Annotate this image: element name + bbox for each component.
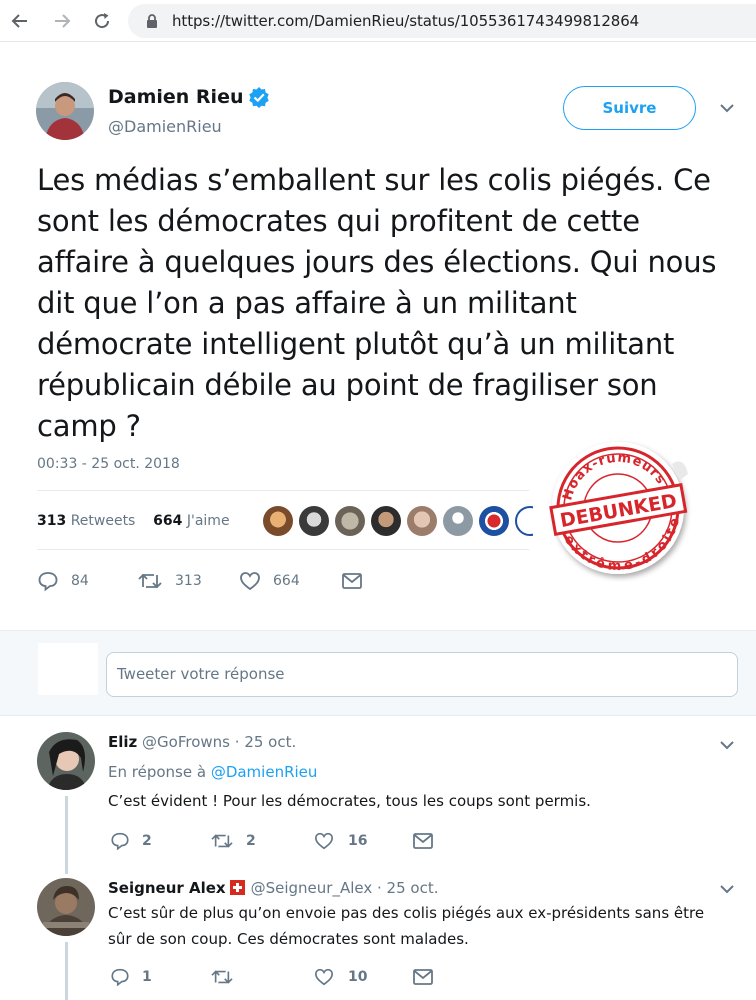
reply-action[interactable]: 84 xyxy=(37,570,137,592)
browser-toolbar: https://twitter.com/DamienRieu/status/10… xyxy=(0,0,756,42)
reply-actions: 2 2 16 xyxy=(110,830,434,852)
reply-actions: 1 10 xyxy=(110,966,434,988)
lock-icon xyxy=(147,14,157,28)
heart-icon xyxy=(314,832,334,850)
divider xyxy=(37,490,529,491)
in-reply-to-link[interactable]: @DamienRieu xyxy=(211,763,318,781)
like-count: 664 xyxy=(273,573,300,589)
reply-icon xyxy=(38,572,58,592)
reply-count: 84 xyxy=(71,573,89,589)
avatar[interactable] xyxy=(371,506,401,536)
in-reply-to: En réponse à @DamienRieu xyxy=(108,763,317,781)
like-action[interactable]: 10 xyxy=(314,967,412,987)
reply-date[interactable]: · 25 oct. xyxy=(235,733,296,751)
like-count: 10 xyxy=(348,969,368,985)
current-user-avatar xyxy=(38,643,98,695)
reply-author-handle[interactable]: @Seigneur_Alex xyxy=(251,879,373,897)
tweet-timestamp[interactable]: 00:33 - 25 oct. 2018 xyxy=(37,456,180,472)
divider xyxy=(37,549,529,550)
reply-icon xyxy=(111,968,129,987)
verified-badge-icon xyxy=(249,87,269,108)
arrow-right-icon xyxy=(55,14,71,28)
reply-input[interactable]: Tweeter votre réponse xyxy=(106,652,738,697)
tweet-actions: 84 313 664 xyxy=(37,568,363,594)
chevron-down-icon[interactable] xyxy=(718,883,736,895)
like-action[interactable]: 664 xyxy=(239,570,341,592)
heart-icon xyxy=(240,572,260,591)
reply-action[interactable]: 2 xyxy=(110,831,210,851)
debunked-stamp-graphic: Hoax-rumeurs extrême-droite DEBUNKED xyxy=(549,442,691,584)
like-count: 16 xyxy=(348,833,368,849)
retweets-label[interactable]: Retweets xyxy=(71,513,136,529)
retweet-action[interactable] xyxy=(210,967,314,987)
likes-label[interactable]: J'aime xyxy=(187,513,230,529)
chevron-down-icon[interactable] xyxy=(718,102,736,114)
reply-action[interactable]: 1 xyxy=(110,967,210,987)
likers-avatars xyxy=(263,506,533,540)
retweet-icon xyxy=(211,970,233,984)
avatar[interactable] xyxy=(443,506,473,536)
reply-text: C’est sûr de plus qu’on envoie pas des c… xyxy=(108,904,705,948)
reply-author-name[interactable]: Seigneur Alex xyxy=(108,879,226,897)
retweet-action[interactable]: 2 xyxy=(210,831,314,851)
reply-header: Seigneur Alex @Seigneur_Alex · 25 oct. xyxy=(108,879,438,897)
reply-header: Eliz @GoFrowns · 25 oct. xyxy=(108,733,296,751)
reply-author-name[interactable]: Eliz xyxy=(108,733,137,751)
envelope-icon xyxy=(413,833,433,849)
tweet-stats: 313 Retweets 664 J'aime xyxy=(37,513,230,529)
address-bar[interactable]: https://twitter.com/DamienRieu/status/10… xyxy=(128,4,756,38)
message-action[interactable] xyxy=(341,571,363,591)
reload-button[interactable] xyxy=(90,9,114,33)
url-text: https://twitter.com/DamienRieu/status/10… xyxy=(172,12,640,30)
reply-avatar[interactable] xyxy=(37,878,95,936)
chevron-down-icon[interactable] xyxy=(718,739,736,751)
retweet-icon xyxy=(138,573,162,589)
reload-icon xyxy=(95,13,110,29)
retweet-icon xyxy=(211,834,233,848)
in-reply-to-prefix: En réponse à xyxy=(108,763,207,781)
debunked-stamp: Hoax-rumeurs extrême-droite DEBUNKED xyxy=(542,434,694,584)
message-action[interactable] xyxy=(412,831,434,851)
retweet-count: 2 xyxy=(246,833,256,849)
author-avatar[interactable] xyxy=(36,82,94,140)
retweet-count: 313 xyxy=(175,573,202,589)
envelope-icon xyxy=(342,573,362,589)
swiss-flag-icon xyxy=(229,880,245,895)
arrow-left-icon xyxy=(11,14,27,28)
reply-avatar[interactable] xyxy=(37,732,95,790)
thread-line xyxy=(65,796,68,874)
message-action[interactable] xyxy=(412,967,434,987)
reply-text: C’est évident ! Pour les démocrates, tou… xyxy=(108,792,591,810)
author-handle[interactable]: @DamienRieu xyxy=(108,117,222,136)
reply-count: 2 xyxy=(142,833,152,849)
like-action[interactable]: 16 xyxy=(314,831,412,851)
envelope-icon xyxy=(413,969,433,985)
reply-count: 1 xyxy=(142,969,152,985)
forward-button[interactable] xyxy=(50,9,74,33)
heart-icon xyxy=(314,968,334,986)
reply-icon xyxy=(111,832,129,851)
avatar[interactable] xyxy=(299,506,329,536)
author-name[interactable]: Damien Rieu xyxy=(108,86,244,108)
reply-composer: Tweeter votre réponse xyxy=(0,630,756,716)
retweets-count[interactable]: 313 xyxy=(37,513,66,529)
tweet-text: Les médias s’emballent sur les colis pié… xyxy=(37,163,717,443)
follow-button[interactable]: Suivre xyxy=(563,86,696,130)
thread-line xyxy=(65,942,68,1000)
avatar[interactable] xyxy=(479,506,509,536)
avatar[interactable] xyxy=(335,506,365,536)
avatar[interactable] xyxy=(263,506,293,536)
avatar[interactable] xyxy=(407,506,437,536)
avatar[interactable] xyxy=(515,506,533,536)
back-button[interactable] xyxy=(8,9,32,33)
reply-author-handle[interactable]: @GoFrowns xyxy=(142,733,230,751)
likes-count[interactable]: 664 xyxy=(153,513,182,529)
retweet-action[interactable]: 313 xyxy=(137,570,239,592)
reply-date[interactable]: · 25 oct. xyxy=(377,879,438,897)
